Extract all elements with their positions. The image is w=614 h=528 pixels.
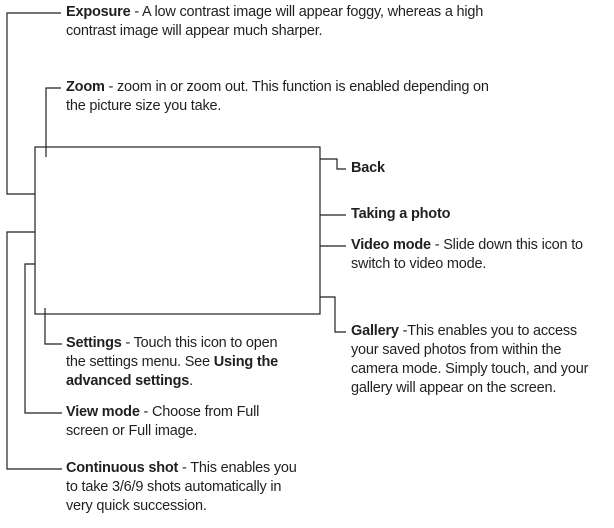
- zoom-callout: Zoom - zoom in or zoom out. This functio…: [66, 78, 606, 116]
- back-term: Back: [351, 160, 385, 176]
- settings-term: Settings: [66, 335, 122, 351]
- zoom-desc-line1: - zoom in or zoom out. This function is …: [104, 79, 489, 95]
- view-mode-desc-line1: - Choose from Full: [139, 404, 260, 420]
- gallery-term: Gallery: [351, 323, 399, 339]
- gallery-desc-line3: camera mode. Simply touch, and your: [351, 361, 589, 377]
- continuous-shot-desc-line3: very quick succession.: [66, 498, 207, 514]
- exposure-callout: Exposure - A low contrast image will app…: [66, 3, 606, 41]
- settings-desc-line2: the settings menu. See: [66, 354, 214, 370]
- video-mode-desc-line2: switch to video mode.: [351, 256, 487, 272]
- video-mode-callout: Video mode - Slide down this icon to swi…: [351, 236, 613, 274]
- zoom-term: Zoom: [66, 79, 105, 95]
- taking-photo-term: Taking a photo: [351, 206, 451, 222]
- view-mode-term: View mode: [66, 404, 140, 420]
- gallery-desc-line4: gallery will appear on the screen.: [351, 380, 557, 396]
- exposure-desc-line2: contrast image will appear much sharper.: [66, 23, 323, 39]
- continuous-shot-term: Continuous shot: [66, 460, 179, 476]
- settings-ref-line2: Using the: [213, 354, 279, 370]
- taking-photo-callout: Taking a photo: [351, 205, 450, 224]
- back-callout: Back: [351, 159, 385, 178]
- settings-callout: Settings - Touch this icon to open the s…: [66, 334, 336, 391]
- view-mode-callout: View mode - Choose from Full screen or F…: [66, 403, 336, 441]
- gallery-desc-line1: -This enables you to access: [398, 323, 578, 339]
- exposure-term: Exposure: [66, 4, 131, 20]
- gallery-desc-line2: your saved photos from within the: [351, 342, 562, 358]
- continuous-shot-desc-line2: to take 3/6/9 shots automatically in: [66, 479, 282, 495]
- gallery-leader-line: [320, 296, 346, 333]
- video-mode-desc-line1: - Slide down this icon to: [430, 237, 583, 253]
- zoom-desc-line2: the picture size you take.: [66, 98, 222, 114]
- back-leader-line: [320, 158, 346, 170]
- video-mode-term: Video mode: [351, 237, 431, 253]
- settings-desc-line1: - Touch this icon to open: [121, 335, 278, 351]
- exposure-desc-line1: - A low contrast image will appear foggy…: [130, 4, 484, 20]
- settings-ref-line3: advanced settings: [66, 373, 190, 389]
- continuous-shot-desc-line1: - This enables you: [178, 460, 297, 476]
- view-mode-desc-line2: screen or Full image.: [66, 423, 198, 439]
- settings-desc-line3-end: .: [189, 373, 193, 389]
- camera-screen-frame: [34, 146, 321, 315]
- continuous-shot-callout: Continuous shot - This enables you to ta…: [66, 459, 336, 516]
- gallery-callout: Gallery -This enables you to access your…: [351, 322, 613, 398]
